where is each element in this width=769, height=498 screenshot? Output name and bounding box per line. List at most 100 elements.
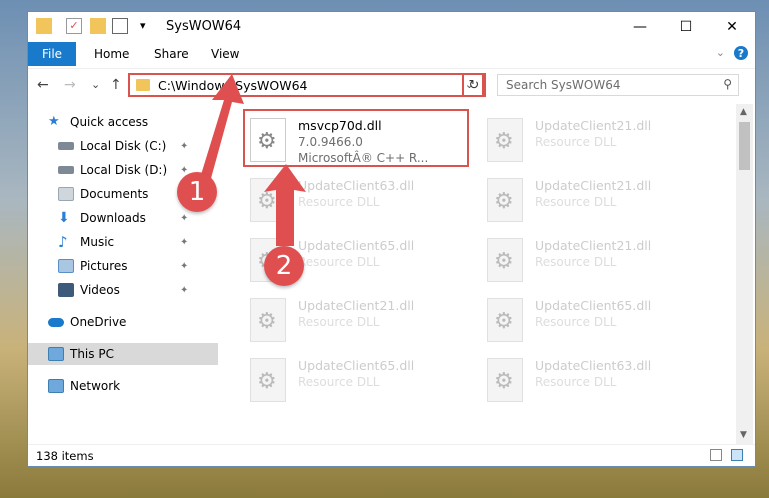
file-explorer-window: ✓ ▾ SysWOW64 — ☐ ✕ File Home Share View …: [28, 12, 755, 466]
file-item[interactable]: ⚙ UpdateClient63.dll Resource DLL: [483, 352, 715, 406]
refresh-icon: ↻: [468, 77, 480, 93]
status-bar: 138 items: [28, 444, 755, 467]
sidebar-item-label: Local Disk (D:): [80, 163, 168, 177]
file-item[interactable]: ⚙ UpdateClient65.dll Resource DLL: [483, 292, 715, 346]
quick-access-dropdown[interactable]: ▾: [140, 19, 146, 32]
dll-file-icon: ⚙: [487, 238, 523, 282]
pin-icon[interactable]: ✦: [180, 285, 188, 296]
sidebar-item-videos[interactable]: Videos ✦: [58, 279, 218, 301]
documents-icon: [58, 187, 74, 201]
chevron-down-icon[interactable]: ⌄: [716, 46, 725, 59]
scroll-down-arrow-icon[interactable]: ▼: [740, 430, 747, 440]
file-name: UpdateClient65.dll: [535, 298, 652, 313]
customize-toolbar-icon[interactable]: [112, 18, 128, 34]
dll-file-icon: ⚙: [487, 118, 523, 162]
dll-file-icon: ⚙: [487, 178, 523, 222]
pin-icon[interactable]: ✦: [180, 237, 188, 248]
dll-file-icon: ⚙: [487, 298, 523, 342]
details-view-icon[interactable]: [710, 449, 722, 461]
file-item[interactable]: ⚙ UpdateClient65.dll Resource DLL: [246, 352, 478, 406]
item-count: 138 items: [36, 449, 94, 463]
sidebar-item-label: Quick access: [70, 115, 149, 129]
folder-icon: [136, 79, 150, 91]
gear-icon: ⚙: [257, 189, 277, 214]
gear-icon: ⚙: [494, 129, 514, 154]
file-item[interactable]: ⚙ UpdateClient21.dll Resource DLL: [483, 112, 715, 166]
gear-icon: ⚙: [257, 309, 277, 334]
up-button[interactable]: ↑: [110, 77, 122, 93]
sidebar-item-this-pc[interactable]: This PC: [28, 343, 218, 365]
gear-icon: ⚙: [494, 189, 514, 214]
folder-icon: [36, 18, 52, 34]
file-description: Resource DLL: [298, 315, 380, 329]
back-button[interactable]: ←: [37, 77, 49, 93]
file-description: Resource DLL: [298, 255, 380, 269]
file-item[interactable]: ⚙ UpdateClient21.dll Resource DLL: [483, 232, 715, 286]
properties-icon[interactable]: ✓: [66, 18, 82, 34]
tab-home[interactable]: Home: [94, 47, 129, 61]
tab-file[interactable]: File: [28, 42, 76, 66]
pin-icon[interactable]: ✦: [180, 213, 188, 224]
pin-icon[interactable]: ✦: [180, 141, 188, 152]
window-title: SysWOW64: [166, 19, 242, 34]
vertical-scrollbar[interactable]: ▲ ▼: [736, 104, 753, 444]
new-folder-icon[interactable]: [90, 18, 106, 34]
file-description: Resource DLL: [535, 135, 617, 149]
sidebar-item-local-disk-c[interactable]: Local Disk (C:) ✦: [58, 135, 218, 157]
dll-file-icon: ⚙: [250, 298, 286, 342]
file-name: UpdateClient21.dll: [535, 178, 652, 193]
close-button[interactable]: ✕: [709, 12, 755, 42]
gear-icon: ⚙: [494, 249, 514, 274]
address-path[interactable]: C:\Windows\SysWOW64: [158, 78, 307, 93]
file-item[interactable]: ⚙ UpdateClient21.dll Resource DLL: [246, 292, 478, 346]
file-item[interactable]: ⚙ UpdateClient21.dll Resource DLL: [483, 172, 715, 226]
recent-locations-button[interactable]: ⌄: [91, 78, 100, 91]
step-2-badge: 2: [264, 246, 304, 286]
sidebar-item-label: Music: [80, 235, 115, 249]
scrollbar-thumb[interactable]: [739, 122, 750, 170]
navigation-bar: ← → ⌄ ↑ C:\Windows\SysWOW64 ⌄ ↻ Search S…: [28, 68, 755, 101]
dll-file-icon: ⚙: [250, 178, 286, 222]
sidebar-item-label: Documents: [80, 187, 149, 201]
sidebar-item-label: Downloads: [80, 211, 146, 225]
pin-icon[interactable]: ✦: [180, 261, 188, 272]
minimize-button[interactable]: —: [617, 12, 663, 42]
tab-view[interactable]: View: [211, 47, 239, 61]
sidebar-item-pictures[interactable]: Pictures ✦: [58, 255, 218, 277]
downloads-icon: ⬇: [58, 210, 70, 226]
music-icon: ♪: [58, 233, 68, 251]
maximize-button[interactable]: ☐: [663, 12, 709, 42]
pictures-icon: [58, 259, 74, 273]
drive-icon: [58, 142, 74, 150]
sidebar-item-onedrive[interactable]: OneDrive: [48, 311, 218, 333]
file-description: Resource DLL: [535, 195, 617, 209]
search-input[interactable]: Search SysWOW64 ⚲: [497, 74, 739, 96]
large-icons-view-icon[interactable]: [731, 449, 743, 461]
sidebar-item-music[interactable]: ♪ Music ✦: [58, 231, 218, 253]
file-item[interactable]: ⚙ UpdateClient63.dll Resource DLL: [246, 172, 478, 226]
file-name: UpdateClient63.dll: [298, 178, 415, 193]
sidebar-item-label: This PC: [70, 347, 114, 361]
sidebar-item-network[interactable]: Network: [48, 375, 218, 397]
file-description: Resource DLL: [535, 315, 617, 329]
sidebar-item-label: Network: [70, 379, 121, 393]
file-name: UpdateClient65.dll: [298, 358, 415, 373]
computer-icon: [48, 347, 64, 361]
gear-icon: ⚙: [257, 369, 277, 394]
file-description: Resource DLL: [535, 255, 617, 269]
dll-file-icon: ⚙: [487, 358, 523, 402]
gear-icon: ⚙: [494, 369, 514, 394]
tab-share[interactable]: Share: [154, 47, 189, 61]
forward-button[interactable]: →: [64, 77, 76, 93]
sidebar-item-label: Videos: [80, 283, 120, 297]
title-bar: ✓ ▾ SysWOW64 — ☐ ✕: [28, 12, 755, 42]
scroll-up-arrow-icon[interactable]: ▲: [740, 107, 747, 117]
search-icon[interactable]: ⚲: [723, 77, 732, 91]
cloud-icon: [48, 317, 64, 327]
sidebar-item-quick-access[interactable]: ★ Quick access: [48, 111, 218, 133]
highlight-box-file: [243, 109, 469, 167]
help-icon[interactable]: ?: [734, 46, 748, 60]
refresh-button[interactable]: ↻: [462, 73, 486, 97]
sidebar-item-label: Local Disk (C:): [80, 139, 167, 153]
address-bar[interactable]: C:\Windows\SysWOW64 ⌄: [128, 73, 484, 97]
